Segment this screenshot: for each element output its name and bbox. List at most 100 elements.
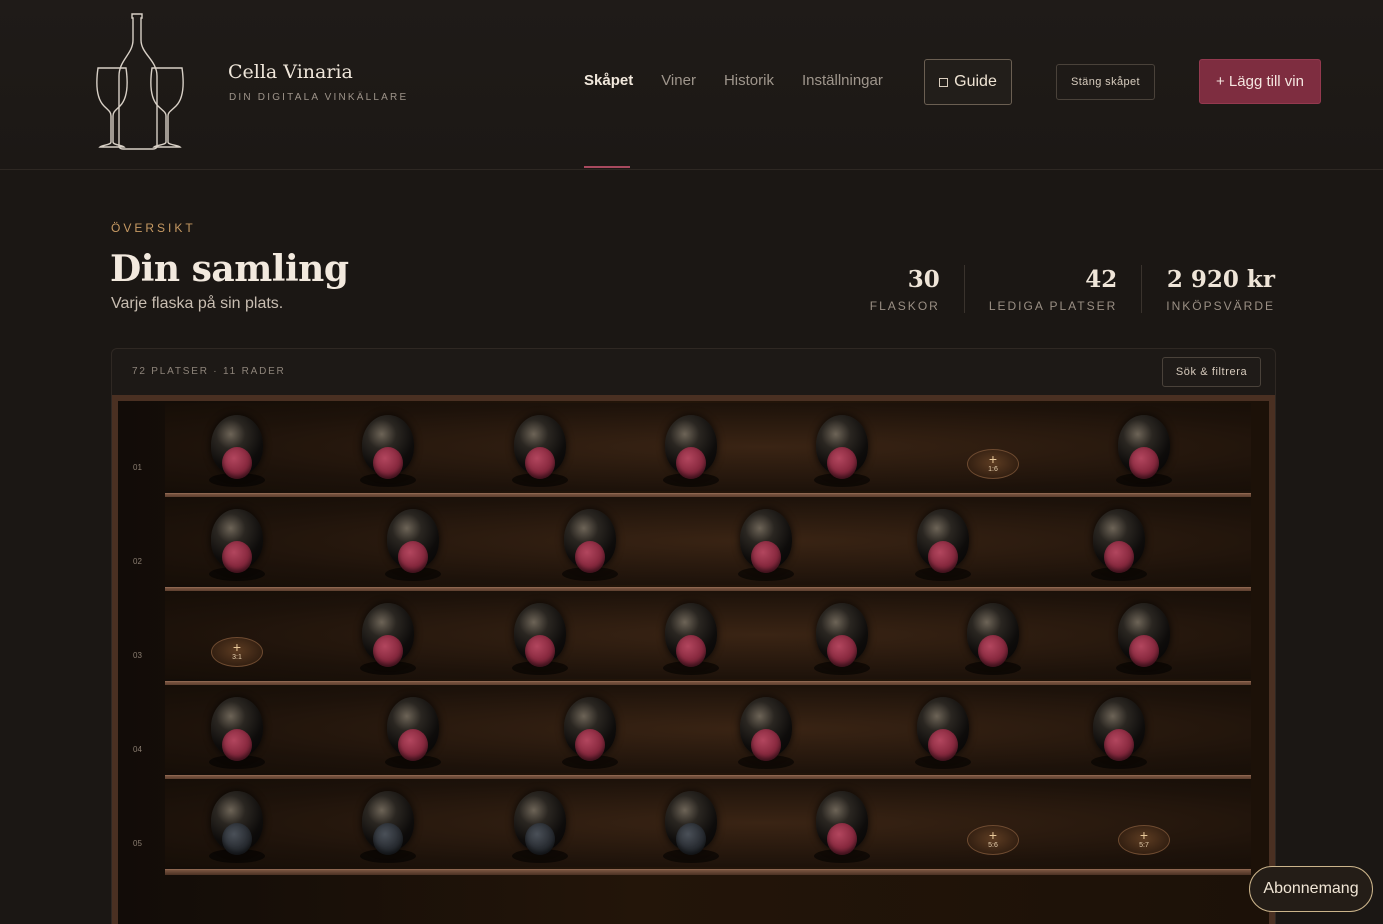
bottle-cap xyxy=(222,447,252,479)
row-label: 05 xyxy=(133,839,142,848)
rack-row: +1:6 xyxy=(165,403,1251,499)
empty-slot[interactable]: +5:6 xyxy=(967,825,1019,855)
plus-icon: + xyxy=(988,451,998,467)
stat-label: LEDIGA PLATSER xyxy=(988,299,1118,313)
bottle-cap xyxy=(827,823,857,855)
slot-position: 5:7 xyxy=(1139,842,1149,849)
bottle-cap xyxy=(398,729,428,761)
wine-bottle[interactable] xyxy=(1088,695,1150,777)
empty-slot[interactable]: +3:1 xyxy=(211,637,263,667)
bottle-cap xyxy=(373,823,403,855)
wine-bottle[interactable] xyxy=(206,413,268,495)
wine-bottle[interactable] xyxy=(206,695,268,777)
empty-slot[interactable]: +5:7 xyxy=(1118,825,1170,855)
wine-bottle[interactable] xyxy=(509,413,571,495)
wine-bottle[interactable] xyxy=(912,507,974,589)
wine-bottle[interactable] xyxy=(357,413,419,495)
wine-bottle[interactable] xyxy=(735,507,797,589)
wine-cabinet: 72 PLATSER · 11 RADER Sök & filtrera 01 +… xyxy=(111,348,1276,924)
wine-bottle[interactable] xyxy=(382,695,444,777)
bottle-cap xyxy=(1129,635,1159,667)
bottle-cap xyxy=(525,823,555,855)
bottle-cap xyxy=(575,541,605,573)
page-title: Din samling xyxy=(110,248,349,290)
bottle-cap xyxy=(222,729,252,761)
row-label: 02 xyxy=(133,557,142,566)
wine-bottle[interactable] xyxy=(382,507,444,589)
cabinet-meta: 72 PLATSER · 11 RADER xyxy=(132,366,286,377)
bottle-cap xyxy=(827,447,857,479)
nav-item-skapet[interactable]: Skåpet xyxy=(584,72,633,89)
wine-bottle[interactable] xyxy=(811,601,873,683)
guide-button[interactable]: Guide xyxy=(924,59,1012,105)
nav-item-viner[interactable]: Viner xyxy=(661,72,696,89)
stat-value: 42 xyxy=(1085,266,1118,293)
bottle-cap xyxy=(1104,541,1134,573)
wine-bottle[interactable] xyxy=(509,789,571,871)
wine-bottle[interactable] xyxy=(811,413,873,495)
wine-bottle[interactable] xyxy=(357,789,419,871)
bottle-cap xyxy=(525,447,555,479)
section-eyebrow: ÖVERSIKT xyxy=(111,221,196,235)
collection-stats: 30 FLASKOR 42 LEDIGA PLATSER 2 920 kr IN… xyxy=(846,265,1275,313)
rack-row: +5:6 +5:7 xyxy=(165,779,1251,875)
wine-bottle[interactable] xyxy=(1113,413,1175,495)
bottle-cap xyxy=(676,823,706,855)
wine-bottle[interactable] xyxy=(1113,601,1175,683)
wine-bottle[interactable] xyxy=(660,789,722,871)
wine-bottle[interactable] xyxy=(206,507,268,589)
bottle-cap xyxy=(398,541,428,573)
square-icon xyxy=(939,77,949,87)
wine-bottle[interactable] xyxy=(206,789,268,871)
active-nav-indicator xyxy=(584,166,630,168)
bottle-cap xyxy=(525,635,555,667)
bottle-cap xyxy=(373,447,403,479)
stat-bottles: 30 FLASKOR xyxy=(846,265,940,313)
stat-purchase-value: 2 920 kr INKÖPSVÄRDE xyxy=(1141,265,1275,313)
bottle-cap xyxy=(222,823,252,855)
bottle-cap xyxy=(751,541,781,573)
wine-bottle[interactable] xyxy=(912,695,974,777)
wine-bottle[interactable] xyxy=(811,789,873,871)
close-cabinet-button[interactable]: Stäng skåpet xyxy=(1056,64,1155,100)
bottle-cap xyxy=(751,729,781,761)
nav-item-installningar[interactable]: Inställningar xyxy=(802,72,883,89)
row-label: 01 xyxy=(133,463,142,472)
search-filter-button[interactable]: Sök & filtrera xyxy=(1162,357,1261,387)
wine-bottle[interactable] xyxy=(660,413,722,495)
empty-slot[interactable]: +1:6 xyxy=(967,449,1019,479)
row-label: 04 xyxy=(133,745,142,754)
bottle-cap xyxy=(827,635,857,667)
stat-label: FLASKOR xyxy=(869,299,940,313)
bottle-cap xyxy=(222,541,252,573)
wine-bottle[interactable] xyxy=(962,601,1024,683)
stat-label: INKÖPSVÄRDE xyxy=(1166,299,1275,313)
rack-row xyxy=(165,685,1251,781)
subscription-button[interactable]: Abonnemang xyxy=(1249,866,1373,912)
wine-bottle[interactable] xyxy=(1088,507,1150,589)
slot-position: 1:6 xyxy=(988,466,998,473)
main-nav: Skåpet Viner Historik Inställningar xyxy=(584,72,883,89)
stat-free-slots: 42 LEDIGA PLATSER xyxy=(963,265,1118,313)
wine-bottle[interactable] xyxy=(357,601,419,683)
brand-name: Cella Vinaria xyxy=(228,61,353,83)
nav-item-historik[interactable]: Historik xyxy=(724,72,774,89)
shelf-board xyxy=(165,869,1251,875)
plus-icon: + xyxy=(1139,827,1149,843)
add-wine-button[interactable]: + Lägg till vin xyxy=(1199,59,1321,104)
stat-value: 2 920 kr xyxy=(1166,266,1275,293)
plus-icon: + xyxy=(232,639,242,655)
slot-position: 3:1 xyxy=(232,654,242,661)
bottle-cap xyxy=(928,729,958,761)
wine-bottle[interactable] xyxy=(559,695,621,777)
brand-tagline: DIN DIGITALA VINKÄLLARE xyxy=(229,92,409,103)
app-header: Cella Vinaria DIN DIGITALA VINKÄLLARE Sk… xyxy=(0,0,1383,170)
bottle-cap xyxy=(373,635,403,667)
stat-value: 30 xyxy=(907,266,940,293)
wine-bottle[interactable] xyxy=(660,601,722,683)
wine-bottle[interactable] xyxy=(735,695,797,777)
wine-bottle[interactable] xyxy=(509,601,571,683)
wine-bottle[interactable] xyxy=(559,507,621,589)
bottle-cap xyxy=(978,635,1008,667)
bottle-cap xyxy=(676,635,706,667)
